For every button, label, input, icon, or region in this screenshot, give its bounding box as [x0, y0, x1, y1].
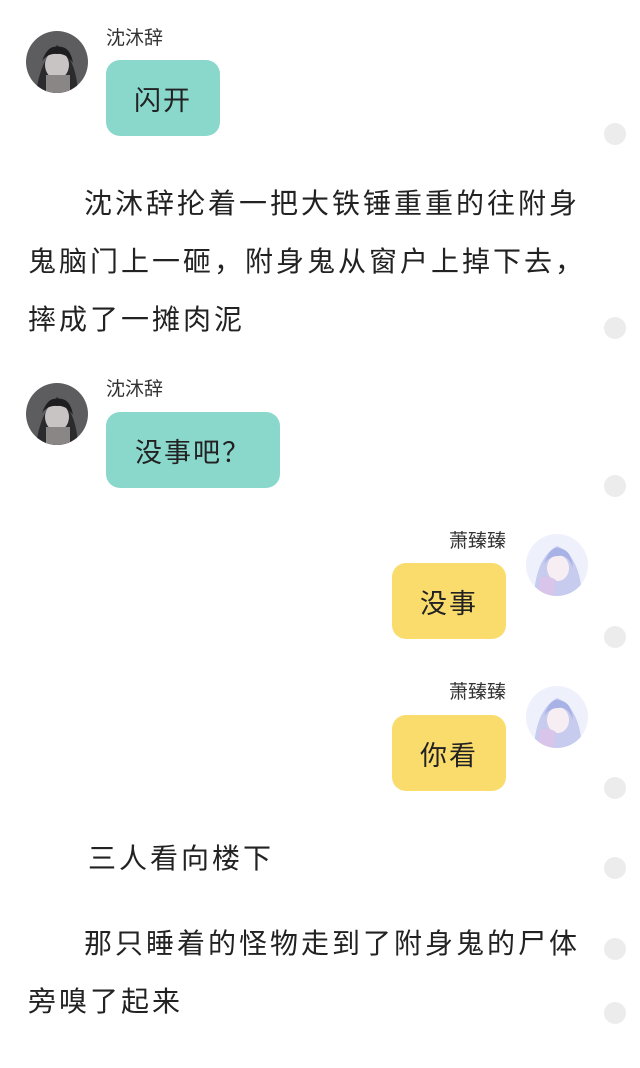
round-comment-dot-icon[interactable]: [604, 777, 626, 799]
message-bubble[interactable]: 你看: [392, 715, 506, 791]
round-comment-dot-icon[interactable]: [604, 626, 626, 648]
round-comment-dot-icon[interactable]: [604, 938, 626, 960]
message-bubble[interactable]: 没事: [392, 563, 506, 639]
speaker-name: 萧臻臻: [448, 530, 506, 552]
round-comment-dot-icon[interactable]: [604, 123, 626, 145]
speaker-name: 沈沐辞: [106, 27, 164, 49]
narration-text: 那只睡着的怪物走到了附身鬼的尸体旁嗅了起来: [28, 927, 581, 1018]
message-bubble[interactable]: 闪开: [106, 60, 220, 136]
round-comment-dot-icon[interactable]: [604, 1002, 626, 1024]
speaker-name: 沈沐辞: [106, 378, 164, 400]
narration-paragraph: 那只睡着的怪物走到了附身鬼的尸体旁嗅了起来: [28, 915, 588, 1031]
speaker-name: 萧臻臻: [448, 681, 506, 703]
dark-haired-character-avatar-icon: [26, 31, 88, 93]
narration-paragraph: 三人看向楼下: [28, 830, 588, 888]
message-bubble[interactable]: 没事吧？: [106, 412, 280, 488]
pale-haired-character-avatar-icon: [526, 686, 588, 748]
round-comment-dot-icon[interactable]: [604, 475, 626, 497]
narration-text: 沈沐辞抡着一把大铁锤重重的往附身鬼脑门上一砸，附身鬼从窗户上掉下去，摔成了一摊肉…: [28, 187, 587, 336]
round-comment-dot-icon[interactable]: [604, 317, 626, 339]
dark-haired-character-avatar-icon: [26, 383, 88, 445]
avatar-xiao-zhenzhen[interactable]: [526, 534, 588, 596]
round-comment-dot-icon[interactable]: [604, 857, 626, 879]
avatar-xiao-zhenzhen[interactable]: [526, 686, 588, 748]
avatar-shen-muci[interactable]: [26, 383, 88, 445]
pale-haired-character-avatar-icon: [526, 534, 588, 596]
narration-paragraph: 沈沐辞抡着一把大铁锤重重的往附身鬼脑门上一砸，附身鬼从窗户上掉下去，摔成了一摊肉…: [28, 175, 588, 349]
avatar-shen-muci[interactable]: [26, 31, 88, 93]
narration-text: 三人看向楼下: [88, 842, 275, 875]
